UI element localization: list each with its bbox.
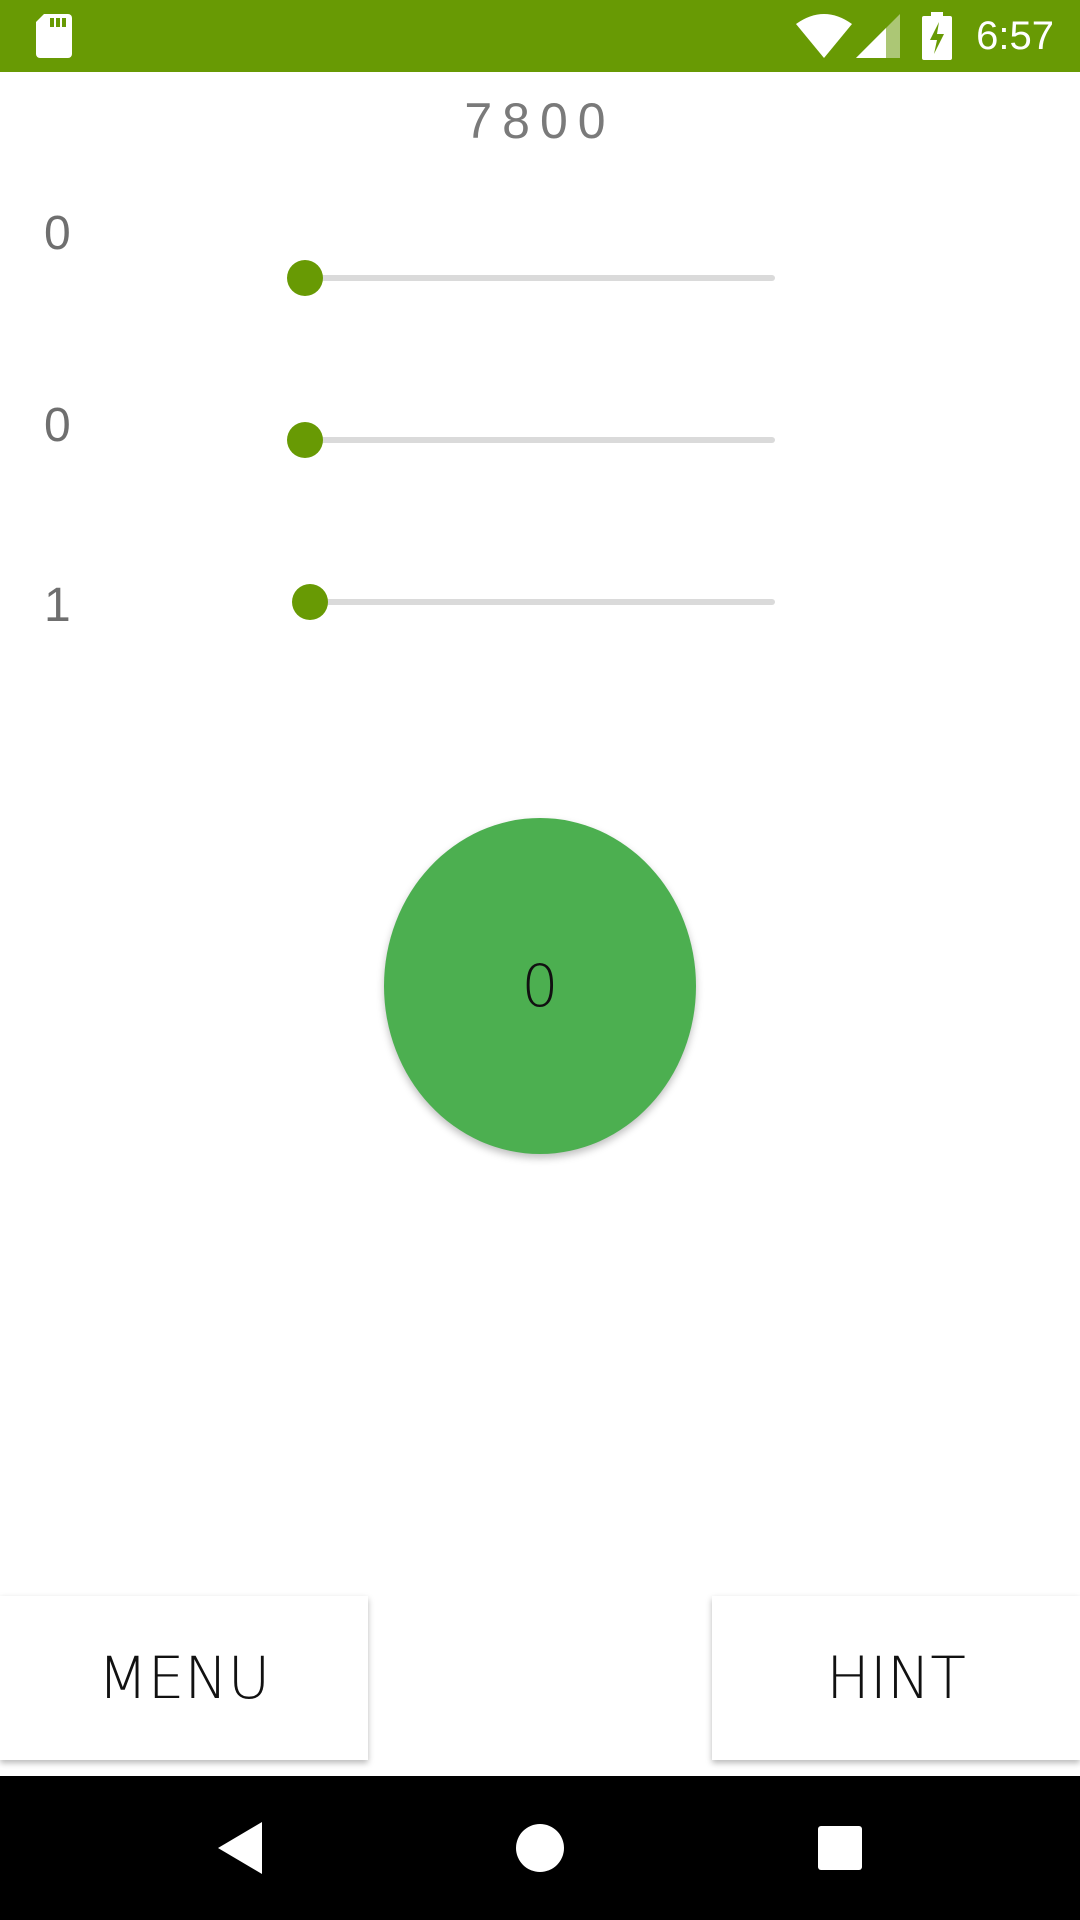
- slider-thumb[interactable]: [287, 260, 323, 296]
- status-clock: 6:57: [976, 14, 1054, 58]
- hint-button[interactable]: HINT: [712, 1596, 1080, 1760]
- sd-card-icon: [36, 14, 72, 58]
- back-icon[interactable]: [208, 1816, 272, 1880]
- recents-icon[interactable]: [808, 1816, 872, 1880]
- wifi-icon: [796, 14, 852, 58]
- slider-value-1: 0: [44, 207, 71, 260]
- signal-icon: [856, 14, 900, 58]
- game-screen: 6:57 7800 0 0 1 0 MENU HINT: [0, 0, 1080, 1920]
- slider-track: [305, 599, 775, 605]
- slider-3[interactable]: [291, 572, 775, 632]
- slider-track: [305, 437, 775, 443]
- slider-1[interactable]: [287, 248, 775, 308]
- navigation-bar: [0, 1776, 1080, 1920]
- menu-button[interactable]: MENU: [0, 1596, 368, 1760]
- slider-thumb[interactable]: [291, 584, 328, 620]
- battery-charging-icon: [922, 12, 952, 60]
- slider-2[interactable]: [287, 410, 775, 470]
- center-circle-button[interactable]: 0: [384, 818, 696, 1154]
- slider-thumb[interactable]: [287, 422, 323, 458]
- slider-track: [305, 275, 775, 281]
- home-icon[interactable]: [508, 1816, 572, 1880]
- slider-value-3: 1: [44, 579, 71, 632]
- center-button-label: 0: [521, 952, 559, 1020]
- score-display: 7800: [464, 93, 616, 149]
- status-bar: 6:57: [0, 0, 1080, 72]
- slider-value-2: 0: [44, 399, 71, 452]
